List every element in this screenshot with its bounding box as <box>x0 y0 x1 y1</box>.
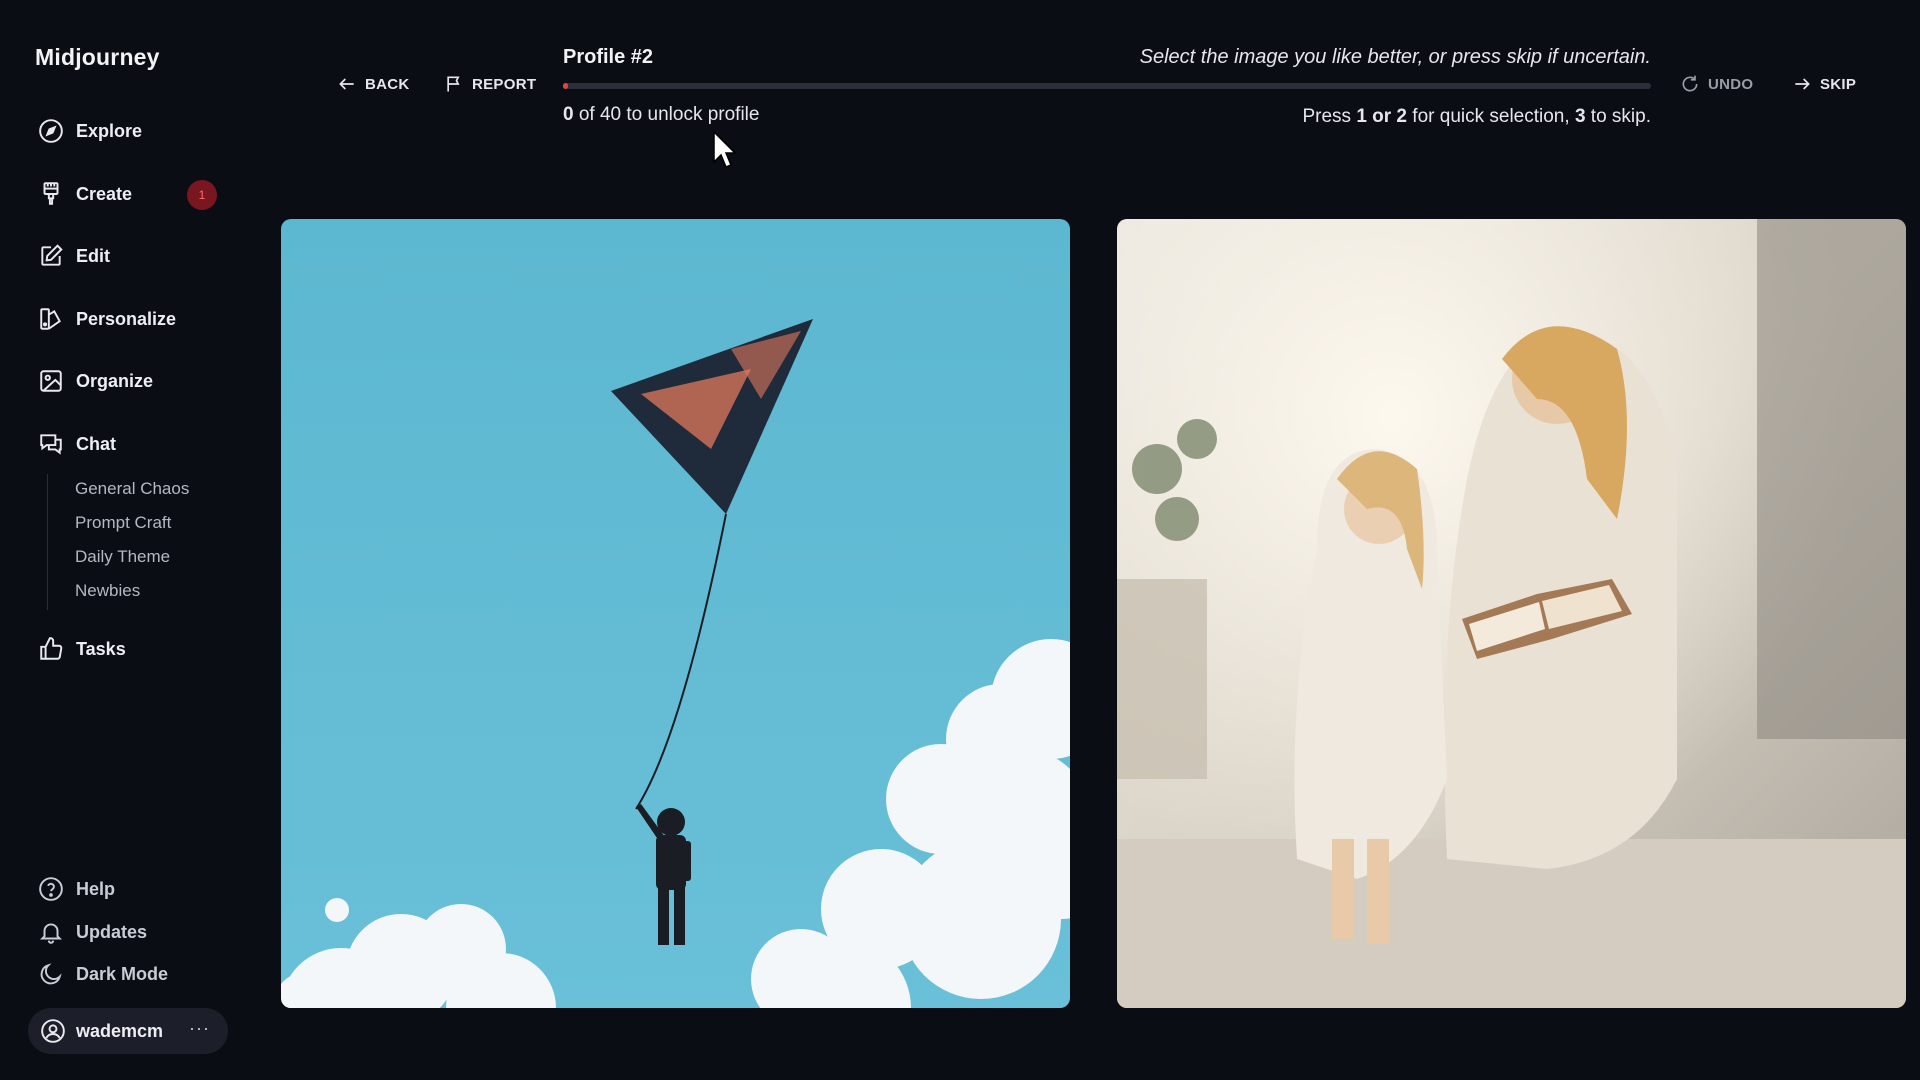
brush-icon <box>43 182 59 205</box>
user-menu[interactable]: wademcm ··· <box>28 1008 228 1054</box>
progress-text: 0 of 40 to unlock profile <box>563 104 759 126</box>
sidebar-item-label: Edit <box>76 245 110 266</box>
arrow-right-icon <box>1795 78 1810 90</box>
hint-keys: 1 or 2 <box>1356 106 1408 127</box>
hint-skip-key: 3 <box>1574 106 1586 127</box>
chat-rooms-list: General Chaos Prompt Craft Daily Theme N… <box>47 474 227 610</box>
progress-bar <box>563 83 1651 89</box>
instruction-text: Select the image you like better, or pre… <box>1139 46 1651 68</box>
progress-bar-fill <box>563 83 569 89</box>
sidebar-item-updates[interactable]: Updates <box>38 916 147 948</box>
sidebar-item-label: Updates <box>76 921 148 942</box>
undo-label: UNDO <box>1708 75 1754 93</box>
skip-button[interactable]: SKIP <box>1792 74 1856 94</box>
hint-prefix: Press <box>1302 106 1357 127</box>
skip-label: SKIP <box>1820 75 1857 93</box>
edit-icon <box>41 244 63 266</box>
create-count-badge: 1 <box>187 180 217 210</box>
app-logo[interactable]: Midjourney <box>35 44 160 71</box>
back-label: BACK <box>365 75 410 93</box>
hint-middle: for quick selection, <box>1407 106 1575 127</box>
mouse-cursor-icon <box>713 130 737 168</box>
sidebar-item-label: Personalize <box>76 308 177 329</box>
moon-icon <box>40 963 62 985</box>
sidebar-item-create[interactable]: Create <box>38 176 132 212</box>
progress-count: 0 <box>563 104 574 125</box>
hint-suffix: to skip. <box>1585 106 1651 127</box>
bell-icon <box>39 923 63 944</box>
keyboard-hint: Press 1 or 2 for quick selection, 3 to s… <box>1302 106 1651 128</box>
report-button[interactable]: REPORT <box>444 74 536 94</box>
more-options-icon[interactable]: ··· <box>189 1018 210 1039</box>
personalize-icon <box>40 308 61 330</box>
sidebar-item-tasks[interactable]: Tasks <box>38 631 126 667</box>
progress-rest: of 40 to unlock profile <box>573 104 760 125</box>
flag-icon <box>447 76 460 92</box>
sidebar-item-label: Tasks <box>76 638 126 659</box>
user-avatar-icon <box>41 1019 65 1043</box>
sidebar-item-label: Help <box>76 878 116 899</box>
sidebar-item-chat[interactable]: Chat <box>38 426 116 462</box>
sidebar-item-label: Dark Mode <box>76 963 169 984</box>
username: wademcm <box>76 1020 164 1041</box>
undo-button[interactable]: UNDO <box>1680 74 1753 94</box>
arrow-left-icon <box>339 78 354 90</box>
help-icon <box>39 877 63 901</box>
sidebar-item-organize[interactable]: Organize <box>38 363 153 399</box>
sidebar-item-label: Create <box>76 183 133 204</box>
compass-icon <box>39 119 63 143</box>
sidebar-item-label: Organize <box>76 370 154 391</box>
undo-icon <box>1682 75 1698 92</box>
sidebar-item-label: Explore <box>76 120 143 141</box>
sidebar-item-help[interactable]: Help <box>38 873 115 905</box>
chat-room-newbies[interactable]: Newbies <box>75 581 140 601</box>
back-button[interactable]: BACK <box>337 74 410 94</box>
mother-daughter-reading-image[interactable] <box>1117 219 1906 1008</box>
image-icon <box>40 370 62 392</box>
chat-room-general-chaos[interactable]: General Chaos <box>75 479 189 499</box>
sidebar-item-dark-mode[interactable]: Dark Mode <box>38 958 168 990</box>
sidebar-item-personalize[interactable]: Personalize <box>38 301 176 337</box>
sidebar-item-label: Chat <box>76 433 116 454</box>
sidebar-item-edit[interactable]: Edit <box>38 238 110 274</box>
profile-title: Profile #2 <box>563 46 654 68</box>
report-label: REPORT <box>472 75 537 93</box>
sidebar-item-explore[interactable]: Explore <box>38 113 142 149</box>
chat-icon <box>40 434 62 455</box>
chat-room-daily-theme[interactable]: Daily Theme <box>75 547 170 567</box>
sidebar: Midjourney Explore Create 1 Edit Persona… <box>0 0 250 1080</box>
kite-boy-image[interactable] <box>281 219 1070 1008</box>
chat-room-prompt-craft[interactable]: Prompt Craft <box>75 513 171 533</box>
thumbs-up-icon <box>40 637 63 660</box>
